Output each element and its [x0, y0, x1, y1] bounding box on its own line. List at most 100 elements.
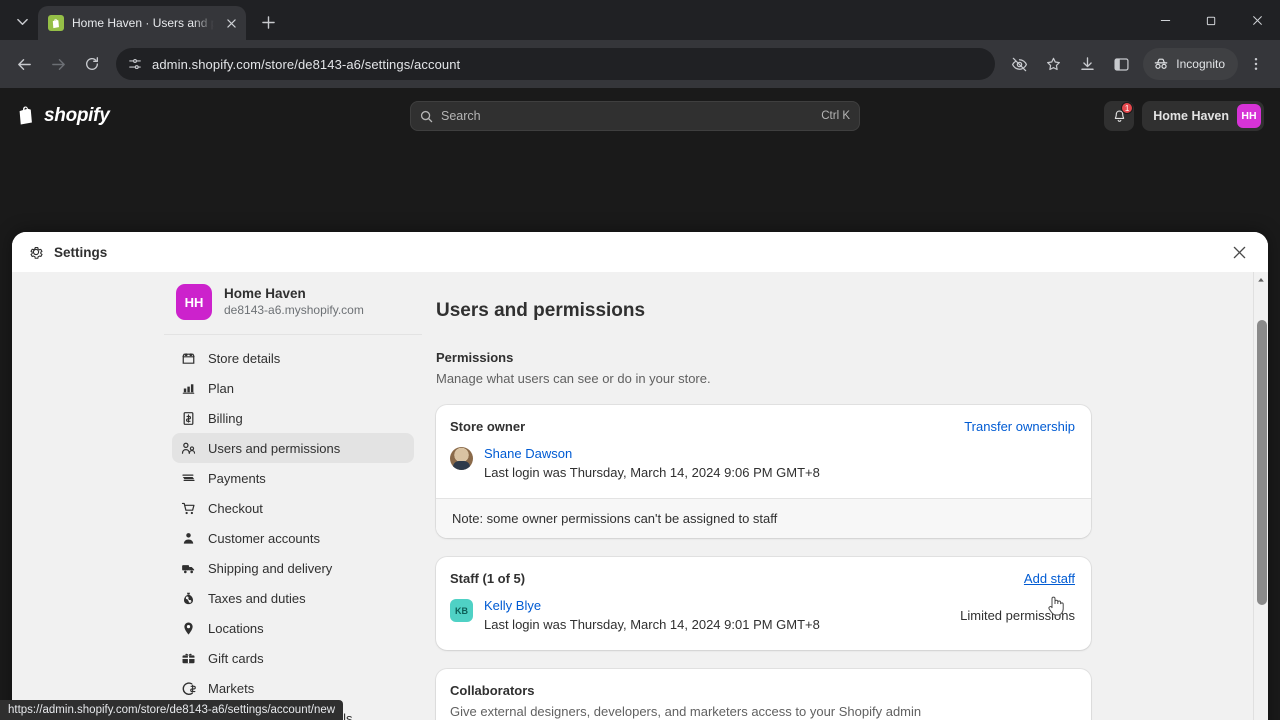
incognito-icon — [1153, 56, 1169, 72]
sidebar-item-plan[interactable]: Plan — [172, 373, 414, 403]
sidebar-item-label: Billing — [208, 410, 243, 426]
scroll-up-icon[interactable] — [1254, 272, 1268, 288]
permissions-heading: Permissions — [436, 350, 514, 365]
browser-tab[interactable]: Home Haven · Users and permissions — [38, 6, 246, 40]
bookmark-star-icon[interactable] — [1037, 48, 1069, 80]
shopify-bag-icon — [16, 105, 37, 128]
tracking-protection-icon[interactable] — [1003, 48, 1035, 80]
collaborators-subtext: Give external designers, developers, and… — [450, 704, 922, 719]
sidebar-item-label: Locations — [208, 620, 264, 636]
store-owner-name[interactable]: Shane Dawson — [484, 445, 820, 463]
window-controls — [1142, 0, 1280, 40]
browser-toolbar: admin.shopify.com/store/de8143-a6/settin… — [0, 40, 1280, 88]
settings-main-panel: Users and permissions Permissions Manage… — [422, 272, 1268, 720]
avatar — [450, 447, 473, 470]
search-placeholder: Search — [441, 109, 481, 123]
truck-icon — [180, 560, 197, 577]
search-icon — [420, 110, 433, 123]
tab-search-icon[interactable] — [8, 7, 36, 35]
store-owner-heading: Store owner — [450, 419, 526, 434]
sidebar-item-gift-cards[interactable]: Gift cards — [172, 643, 414, 673]
shopify-logo[interactable]: shopify — [16, 105, 110, 128]
search-shortcut: Ctrl K — [821, 110, 850, 122]
gift-card-icon — [180, 650, 197, 667]
store-owner-card: Store owner Transfer ownership Shane Daw… — [436, 405, 1091, 538]
sidebar-item-shipping-and-delivery[interactable]: Shipping and delivery — [172, 553, 414, 583]
sidebar-item-label: Shipping and delivery — [208, 560, 333, 576]
gear-icon — [28, 244, 44, 260]
staff-heading: Staff (1 of 5) — [450, 571, 526, 586]
sidebar-item-customer-accounts[interactable]: Customer accounts — [172, 523, 414, 553]
incognito-profile-button[interactable]: Incognito — [1143, 48, 1238, 80]
reload-icon[interactable] — [76, 48, 108, 80]
shopify-topbar: shopify Search Ctrl K 1 Home Haven HH — [0, 88, 1280, 144]
scrollbar[interactable] — [1253, 272, 1268, 720]
staff-card: Staff (1 of 5) Add staff KB Kelly Blye L… — [436, 557, 1091, 650]
store-avatar: HH — [1237, 104, 1261, 128]
shopify-bag-icon — [48, 15, 64, 31]
settings-modal-header: Settings — [12, 232, 1268, 272]
staff-name[interactable]: Kelly Blye — [484, 597, 820, 615]
tab-title: Home Haven · Users and permissions — [72, 16, 214, 30]
tab-close-icon[interactable] — [222, 14, 240, 32]
notifications-button[interactable]: 1 — [1104, 101, 1135, 131]
billing-icon — [180, 410, 197, 427]
search-input[interactable]: Search Ctrl K — [410, 101, 860, 131]
sidebar-item-users-and-permissions[interactable]: Users and permissions — [172, 433, 414, 463]
staff-permissions-label[interactable]: Limited permissions — [960, 597, 1075, 623]
settings-nav: Store details Plan Billing Users and per… — [164, 335, 422, 720]
site-settings-icon[interactable] — [128, 57, 142, 71]
store-avatar-large: HH — [176, 284, 212, 320]
store-owner-note: Note: some owner permissions can't be as… — [436, 498, 1091, 538]
settings-modal: Settings HH Home Haven de8143-a6.myshopi… — [12, 232, 1268, 720]
add-staff-link[interactable]: Add staff — [1024, 571, 1075, 586]
maximize-window-button[interactable] — [1188, 0, 1234, 40]
chrome-menu-icon[interactable] — [1240, 48, 1272, 80]
side-panel-icon[interactable] — [1105, 48, 1137, 80]
page-title: Users and permissions — [436, 300, 646, 321]
sidebar-item-taxes-and-duties[interactable]: Taxes and duties — [172, 583, 414, 613]
staff-last-login: Last login was Thursday, March 14, 2024 … — [484, 617, 820, 632]
topbar-right-group: 1 Home Haven HH — [1104, 101, 1264, 131]
sidebar-store-header[interactable]: HH Home Haven de8143-a6.myshopify.com — [164, 272, 422, 335]
incognito-label: Incognito — [1176, 57, 1225, 71]
sidebar-item-label: Gift cards — [208, 650, 264, 666]
tab-strip: Home Haven · Users and permissions — [0, 0, 1280, 40]
browser-window: Home Haven · Users and permissions — [0, 0, 1280, 720]
store-owner-row: Shane Dawson Last login was Thursday, Ma… — [450, 445, 1075, 482]
shopify-wordmark: shopify — [44, 105, 110, 126]
payments-icon — [180, 470, 197, 487]
store-owner-last-login: Last login was Thursday, March 14, 2024 … — [484, 465, 820, 480]
sidebar-item-payments[interactable]: Payments — [172, 463, 414, 493]
forward-icon[interactable] — [42, 48, 74, 80]
new-tab-button[interactable] — [254, 8, 282, 36]
sidebar-item-checkout[interactable]: Checkout — [172, 493, 414, 523]
sidebar-item-markets[interactable]: Markets — [172, 673, 414, 703]
staff-row: KB Kelly Blye Last login was Thursday, M… — [450, 597, 1075, 634]
avatar: KB — [450, 599, 473, 622]
back-icon[interactable] — [8, 48, 40, 80]
globe-icon — [180, 680, 197, 697]
sidebar-item-store-details[interactable]: Store details — [172, 343, 414, 373]
downloads-icon[interactable] — [1071, 48, 1103, 80]
store-menu-button[interactable]: Home Haven HH — [1142, 101, 1264, 131]
minimize-window-button[interactable] — [1142, 0, 1188, 40]
sidebar-item-locations[interactable]: Locations — [172, 613, 414, 643]
sidebar-item-label: Payments — [208, 470, 266, 486]
permissions-subtext: Manage what users can see or do in your … — [436, 371, 711, 386]
sidebar-item-label: Store details — [208, 350, 281, 366]
store-name-label: Home Haven — [1153, 109, 1229, 123]
sidebar-item-billing[interactable]: Billing — [172, 403, 414, 433]
person-icon — [180, 530, 197, 547]
settings-modal-body: HH Home Haven de8143-a6.myshopify.com St… — [12, 272, 1268, 720]
close-window-button[interactable] — [1234, 0, 1280, 40]
transfer-ownership-link[interactable]: Transfer ownership — [964, 419, 1075, 434]
close-icon[interactable] — [1226, 239, 1252, 265]
location-pin-icon — [180, 620, 197, 637]
address-bar[interactable]: admin.shopify.com/store/de8143-a6/settin… — [116, 48, 996, 80]
scrollbar-thumb[interactable] — [1257, 320, 1267, 605]
settings-sidebar: HH Home Haven de8143-a6.myshopify.com St… — [12, 272, 422, 720]
sidebar-item-label: Taxes and duties — [208, 590, 306, 606]
address-bar-url: admin.shopify.com/store/de8143-a6/settin… — [152, 56, 461, 72]
collaborators-heading: Collaborators — [450, 683, 535, 698]
